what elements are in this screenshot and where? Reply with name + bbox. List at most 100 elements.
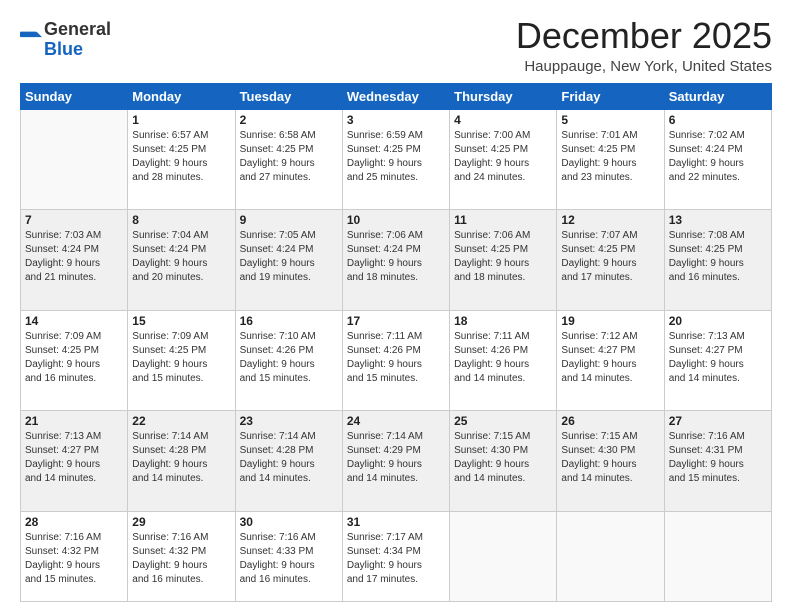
calendar-cell: 18 Sunrise: 7:11 AMSunset: 4:26 PMDayligh… [450, 310, 557, 411]
day-number: 9 [240, 213, 338, 227]
day-number: 22 [132, 414, 230, 428]
logo-icon [20, 28, 42, 50]
calendar-cell: 25 Sunrise: 7:15 AMSunset: 4:30 PMDayligh… [450, 411, 557, 512]
day-detail: Sunrise: 7:14 AMSunset: 4:28 PMDaylight:… [240, 430, 338, 486]
day-detail: Sunrise: 7:11 AMSunset: 4:26 PMDaylight:… [347, 330, 445, 386]
logo: General Blue [20, 20, 111, 60]
day-detail: Sunrise: 7:09 AMSunset: 4:25 PMDaylight:… [25, 330, 123, 386]
calendar-cell: 26Sunrise: 7:15 AMSunset: 4:30 PMDayligh… [557, 411, 664, 512]
day-number: 20 [669, 314, 767, 328]
day-detail: Sunrise: 7:15 AMSunset: 4:30 PMDaylight:… [454, 430, 552, 486]
day-detail: Sunrise: 7:14 AMSunset: 4:28 PMDaylight:… [132, 430, 230, 486]
day-number: 24 [347, 414, 445, 428]
calendar-cell [21, 109, 128, 210]
calendar-week-4: 21 Sunrise: 7:13 AMSunset: 4:27 PMDayligh… [21, 411, 772, 512]
header-day-saturday: Saturday [664, 83, 771, 109]
day-detail: Sunrise: 7:14 AMSunset: 4:29 PMDaylight:… [347, 430, 445, 486]
calendar-cell: 8Sunrise: 7:04 AMSunset: 4:24 PMDaylight… [128, 210, 235, 311]
header-day-wednesday: Wednesday [342, 83, 449, 109]
day-number: 4 [454, 113, 552, 127]
day-detail: Sunrise: 7:06 AMSunset: 4:25 PMDaylight:… [454, 229, 552, 285]
day-detail: Sunrise: 7:16 AMSunset: 4:31 PMDaylight:… [669, 430, 767, 486]
day-detail: Sunrise: 7:06 AMSunset: 4:24 PMDaylight:… [347, 229, 445, 285]
day-number: 13 [669, 213, 767, 227]
day-detail: Sunrise: 7:16 AMSunset: 4:32 PMDaylight:… [25, 531, 123, 587]
calendar-page: General Blue December 2025 Hauppauge, Ne… [0, 0, 792, 612]
day-number: 21 [25, 414, 123, 428]
calendar-week-5: 28 Sunrise: 7:16 AMSunset: 4:32 PMDayligh… [21, 511, 772, 601]
day-detail: Sunrise: 7:13 AMSunset: 4:27 PMDaylight:… [25, 430, 123, 486]
day-number: 25 [454, 414, 552, 428]
day-detail: Sunrise: 6:59 AMSunset: 4:25 PMDaylight:… [347, 129, 445, 185]
day-detail: Sunrise: 7:12 AMSunset: 4:27 PMDaylight:… [561, 330, 659, 386]
calendar-cell: 15Sunrise: 7:09 AMSunset: 4:25 PMDayligh… [128, 310, 235, 411]
calendar-cell: 29 Sunrise: 7:16 AMSunset: 4:32 PMDayligh… [128, 511, 235, 601]
day-number: 14 [25, 314, 123, 328]
day-detail: Sunrise: 7:00 AMSunset: 4:25 PMDaylight:… [454, 129, 552, 185]
day-number: 12 [561, 213, 659, 227]
calendar-cell: 27Sunrise: 7:16 AMSunset: 4:31 PMDayligh… [664, 411, 771, 512]
day-number: 1 [132, 113, 230, 127]
day-detail: Sunrise: 7:11 AMSunset: 4:26 PMDaylight:… [454, 330, 552, 386]
calendar-cell: 14 Sunrise: 7:09 AMSunset: 4:25 PMDayligh… [21, 310, 128, 411]
calendar-cell: 2 Sunrise: 6:58 AMSunset: 4:25 PMDaylight… [235, 109, 342, 210]
calendar-cell: 3 Sunrise: 6:59 AMSunset: 4:25 PMDaylight… [342, 109, 449, 210]
header-day-tuesday: Tuesday [235, 83, 342, 109]
day-detail: Sunrise: 7:17 AMSunset: 4:34 PMDaylight:… [347, 531, 445, 587]
header-day-friday: Friday [557, 83, 664, 109]
calendar-cell: 13Sunrise: 7:08 AMSunset: 4:25 PMDayligh… [664, 210, 771, 311]
calendar-cell: 10Sunrise: 7:06 AMSunset: 4:24 PMDayligh… [342, 210, 449, 311]
calendar-week-1: 1 Sunrise: 6:57 AMSunset: 4:25 PMDaylight… [21, 109, 772, 210]
day-number: 3 [347, 113, 445, 127]
day-number: 6 [669, 113, 767, 127]
day-number: 28 [25, 515, 123, 529]
calendar-cell: 31 Sunrise: 7:17 AMSunset: 4:34 PMDayligh… [342, 511, 449, 601]
day-number: 2 [240, 113, 338, 127]
day-detail: Sunrise: 6:58 AMSunset: 4:25 PMDaylight:… [240, 129, 338, 185]
day-number: 7 [25, 213, 123, 227]
calendar-cell: 5Sunrise: 7:01 AMSunset: 4:25 PMDaylight… [557, 109, 664, 210]
day-number: 31 [347, 515, 445, 529]
day-detail: Sunrise: 7:16 AMSunset: 4:33 PMDaylight:… [240, 531, 338, 587]
header-day-monday: Monday [128, 83, 235, 109]
logo-general: General [44, 19, 111, 39]
calendar-cell: 16 Sunrise: 7:10 AMSunset: 4:26 PMDayligh… [235, 310, 342, 411]
day-detail: Sunrise: 7:03 AMSunset: 4:24 PMDaylight:… [25, 229, 123, 285]
calendar-cell: 4 Sunrise: 7:00 AMSunset: 4:25 PMDaylight… [450, 109, 557, 210]
calendar-cell: 6Sunrise: 7:02 AMSunset: 4:24 PMDaylight… [664, 109, 771, 210]
day-number: 26 [561, 414, 659, 428]
day-detail: Sunrise: 7:16 AMSunset: 4:32 PMDaylight:… [132, 531, 230, 587]
calendar-cell: 24 Sunrise: 7:14 AMSunset: 4:29 PMDayligh… [342, 411, 449, 512]
calendar-cell: 20Sunrise: 7:13 AMSunset: 4:27 PMDayligh… [664, 310, 771, 411]
calendar-cell: 1 Sunrise: 6:57 AMSunset: 4:25 PMDaylight… [128, 109, 235, 210]
calendar-cell: 28 Sunrise: 7:16 AMSunset: 4:32 PMDayligh… [21, 511, 128, 601]
day-detail: Sunrise: 7:05 AMSunset: 4:24 PMDaylight:… [240, 229, 338, 285]
day-detail: Sunrise: 6:57 AMSunset: 4:25 PMDaylight:… [132, 129, 230, 185]
header-day-thursday: Thursday [450, 83, 557, 109]
header-day-sunday: Sunday [21, 83, 128, 109]
calendar-cell: 22 Sunrise: 7:14 AMSunset: 4:28 PMDayligh… [128, 411, 235, 512]
calendar-cell: 23 Sunrise: 7:14 AMSunset: 4:28 PMDayligh… [235, 411, 342, 512]
day-number: 19 [561, 314, 659, 328]
calendar-cell [664, 511, 771, 601]
day-number: 5 [561, 113, 659, 127]
calendar-cell [557, 511, 664, 601]
calendar-cell: 19 Sunrise: 7:12 AMSunset: 4:27 PMDayligh… [557, 310, 664, 411]
day-number: 29 [132, 515, 230, 529]
header: General Blue December 2025 Hauppauge, Ne… [20, 16, 772, 75]
day-number: 16 [240, 314, 338, 328]
location: Hauppauge, New York, United States [516, 58, 772, 75]
day-detail: Sunrise: 7:10 AMSunset: 4:26 PMDaylight:… [240, 330, 338, 386]
day-detail: Sunrise: 7:04 AMSunset: 4:24 PMDaylight:… [132, 229, 230, 285]
calendar-cell: 11Sunrise: 7:06 AMSunset: 4:25 PMDayligh… [450, 210, 557, 311]
logo-text: General Blue [44, 20, 111, 60]
day-detail: Sunrise: 7:07 AMSunset: 4:25 PMDaylight:… [561, 229, 659, 285]
day-number: 17 [347, 314, 445, 328]
day-detail: Sunrise: 7:09 AMSunset: 4:25 PMDaylight:… [132, 330, 230, 386]
calendar-week-3: 14 Sunrise: 7:09 AMSunset: 4:25 PMDayligh… [21, 310, 772, 411]
day-number: 30 [240, 515, 338, 529]
calendar-header-row: SundayMondayTuesdayWednesdayThursdayFrid… [21, 83, 772, 109]
day-number: 23 [240, 414, 338, 428]
calendar-cell: 7 Sunrise: 7:03 AMSunset: 4:24 PMDaylight… [21, 210, 128, 311]
day-number: 18 [454, 314, 552, 328]
